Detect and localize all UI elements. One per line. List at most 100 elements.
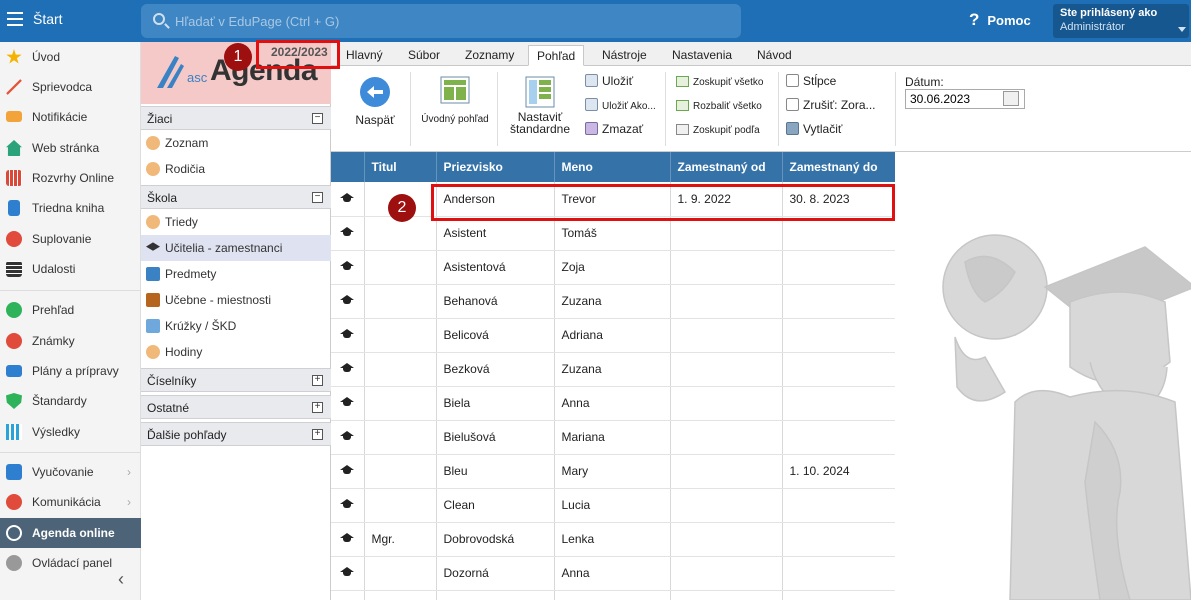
delete-button[interactable]: Zmazať <box>585 122 643 136</box>
cell-zamestnany-od[interactable] <box>670 488 783 523</box>
cell-priezvisko[interactable]: Bezková <box>436 352 555 387</box>
agenda-item-kruzky[interactable]: Krúžky / ŠKD <box>141 313 331 339</box>
columns-button[interactable]: Stĺpce <box>786 74 836 88</box>
search-input[interactable] <box>175 11 715 31</box>
cell-zamestnany-do[interactable] <box>782 488 895 523</box>
group-all-button[interactable]: Zoskupiť všetko <box>676 76 763 88</box>
print-button[interactable]: Vytlačiť <box>786 122 842 136</box>
cell-zamestnany-do[interactable]: 1. 10. 2024 <box>782 454 895 489</box>
cell-zamestnany-od[interactable] <box>670 556 783 591</box>
row-type-icon-cell[interactable] <box>331 386 365 421</box>
cell-titul[interactable] <box>364 318 437 353</box>
cell-meno[interactable]: Zoja <box>554 250 671 285</box>
nav-item-sprievodca[interactable]: Sprievodca <box>0 72 141 102</box>
cell-zamestnany-od[interactable] <box>670 420 783 455</box>
row-type-icon-cell[interactable] <box>331 352 365 387</box>
collapse-icon[interactable]: − <box>312 113 323 124</box>
nav-item-prehlad[interactable]: Prehľad <box>0 295 141 325</box>
agenda-item-rodicia[interactable]: Rodičia <box>141 156 331 182</box>
cell-meno[interactable]: Mariana <box>554 420 671 455</box>
cell-zamestnany-do[interactable] <box>782 352 895 387</box>
cell-titul[interactable]: Mgr. <box>364 522 437 557</box>
group-by-button[interactable]: Zoskupiť podľa <box>676 124 760 136</box>
cell-titul[interactable] <box>364 556 437 591</box>
nav-item-komunikacia[interactable]: Komunikácia › <box>0 487 141 517</box>
back-button[interactable]: Naspäť <box>349 76 401 127</box>
table-row[interactable]: Dozorná Anna <box>331 556 895 591</box>
cell-zamestnany-do[interactable] <box>782 556 895 591</box>
cell-meno[interactable]: Zuzana <box>554 284 671 319</box>
nav-item-plany[interactable]: Plány a prípravy <box>0 356 141 386</box>
row-type-icon-cell[interactable] <box>331 590 365 600</box>
expand-icon[interactable]: + <box>312 402 323 413</box>
cell-meno[interactable]: Anna <box>554 556 671 591</box>
expand-all-button[interactable]: Rozbaliť všetko <box>676 100 762 112</box>
calendar-picker-icon[interactable] <box>1003 91 1019 106</box>
cell-priezvisko[interactable]: Asistentová <box>436 250 555 285</box>
row-type-icon-cell[interactable] <box>331 420 365 455</box>
cell-priezvisko[interactable]: Belicová <box>436 318 555 353</box>
cell-zamestnany-do[interactable] <box>782 522 895 557</box>
nav-item-rozvrhy[interactable]: Rozvrhy Online <box>0 163 141 193</box>
cell-meno[interactable]: Zuzana <box>554 352 671 387</box>
tab-zoznamy[interactable]: Zoznamy <box>457 45 522 66</box>
collapse-icon[interactable]: − <box>312 192 323 203</box>
tab-subor[interactable]: Súbor <box>400 45 448 66</box>
table-row[interactable]: Clean Lucia <box>331 488 895 523</box>
nav-item-web[interactable]: Web stránka <box>0 133 141 163</box>
cell-titul[interactable] <box>364 454 437 489</box>
section-dalsie[interactable]: Ďalšie pohľady + <box>141 422 331 446</box>
cell-priezvisko[interactable]: Asistent <box>436 216 555 251</box>
tab-nastavenia[interactable]: Nastavenia <box>664 45 740 66</box>
save-as-button[interactable]: Uložiť Ako... <box>585 98 656 112</box>
cell-priezvisko[interactable]: Bleu <box>436 454 555 489</box>
cancel-sort-button[interactable]: Zrušiť: Zora... <box>786 98 876 112</box>
nav-item-udalosti[interactable]: Udalosti <box>0 254 141 284</box>
agenda-item-ucitelia[interactable]: Učitelia - zamestnanci <box>141 235 331 261</box>
cell-titul[interactable] <box>364 352 437 387</box>
cell-meno[interactable] <box>554 590 671 600</box>
hamburger-menu-icon[interactable] <box>7 12 23 26</box>
cell-priezvisko[interactable]: Bielušová <box>436 420 555 455</box>
row-type-icon-cell[interactable] <box>331 182 365 217</box>
cell-meno[interactable]: Anna <box>554 386 671 421</box>
tab-nastroje[interactable]: Nástroje <box>594 45 655 66</box>
cell-priezvisko[interactable]: Dobrovodská <box>436 522 555 557</box>
nav-item-suplovanie[interactable]: Suplovanie <box>0 224 141 254</box>
intro-view-button[interactable]: Úvodný pohľad <box>419 76 491 125</box>
row-type-icon-cell[interactable] <box>331 250 365 285</box>
cell-titul[interactable] <box>364 590 437 600</box>
col-header-icon[interactable] <box>331 152 365 182</box>
cell-zamestnany-od[interactable] <box>670 216 783 251</box>
cell-zamestnany-do[interactable] <box>782 284 895 319</box>
cell-zamestnany-od[interactable] <box>670 318 783 353</box>
agenda-item-ucebne[interactable]: Učebne - miestnosti <box>141 287 331 313</box>
nav-item-standardy[interactable]: Štandardy <box>0 386 141 416</box>
row-type-icon-cell[interactable] <box>331 284 365 319</box>
cell-titul[interactable] <box>364 386 437 421</box>
row-type-icon-cell[interactable] <box>331 216 365 251</box>
col-header-zamestnany-od[interactable]: Zamestnaný od <box>670 152 783 182</box>
table-row[interactable]: Biela Anna <box>331 386 895 421</box>
row-type-icon-cell[interactable] <box>331 522 365 557</box>
tab-hlavny[interactable]: Hlavný <box>338 45 391 66</box>
set-standard-button[interactable]: Nastaviť štandardne <box>507 76 573 135</box>
cell-zamestnany-do[interactable] <box>782 250 895 285</box>
cell-zamestnany-do[interactable] <box>782 420 895 455</box>
cell-zamestnany-od[interactable] <box>670 454 783 489</box>
cell-priezvisko[interactable]: Clean <box>436 488 555 523</box>
table-row[interactable]: Bezková Zuzana <box>331 352 895 387</box>
cell-meno[interactable]: Adriana <box>554 318 671 353</box>
row-type-icon-cell[interactable] <box>331 318 365 353</box>
table-row[interactable]: Mgr. Dobrovodská Lenka <box>331 522 895 557</box>
cell-zamestnany-do[interactable] <box>782 216 895 251</box>
nav-item-uvod[interactable]: Úvod <box>0 42 141 72</box>
tab-pohlad[interactable]: Pohľad <box>528 45 585 66</box>
cell-zamestnany-od[interactable] <box>670 284 783 319</box>
cell-zamestnany-do[interactable] <box>782 318 895 353</box>
search-box[interactable] <box>141 4 741 38</box>
cell-zamestnany-od[interactable] <box>670 250 783 285</box>
help-button[interactable]: ? Pomoc <box>969 10 1031 30</box>
agenda-item-hodiny[interactable]: Hodiny <box>141 339 331 365</box>
start-label[interactable]: Štart <box>33 11 63 27</box>
